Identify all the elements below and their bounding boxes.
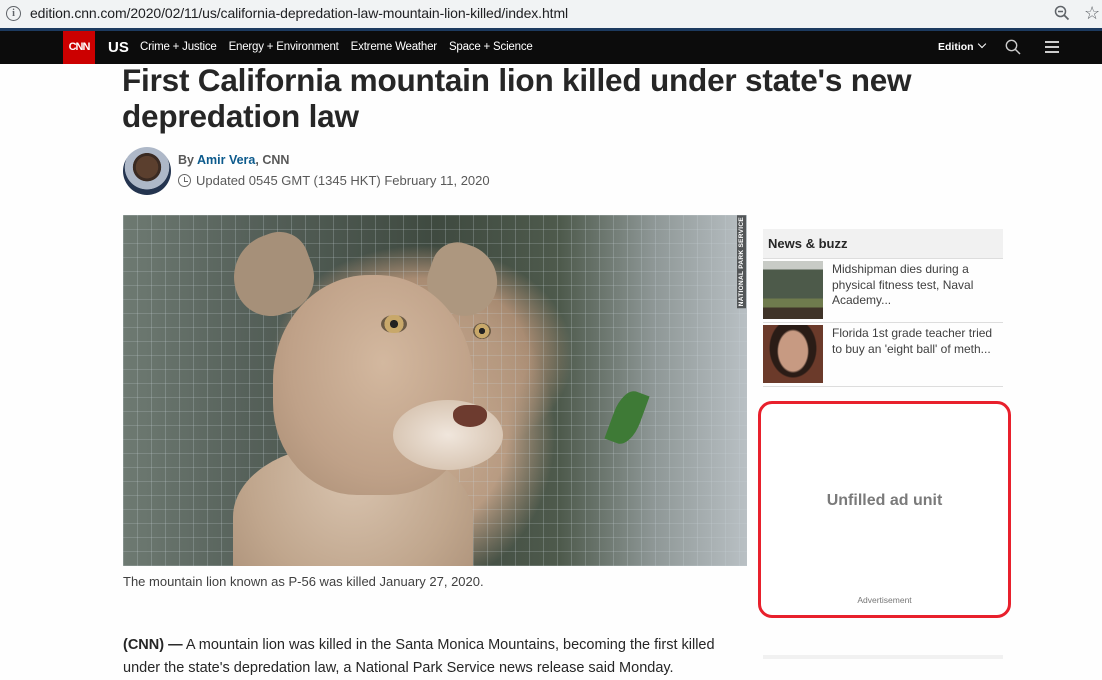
dateline: (CNN) — <box>123 636 183 653</box>
browser-address-bar[interactable]: i edition.cnn.com/2020/02/11/us/californ… <box>0 0 1102 31</box>
site-nav: CNN US Crime + Justice Energy + Environm… <box>0 31 1102 64</box>
zoom-out-icon[interactable] <box>1054 5 1070 21</box>
byline: By Amir Vera, CNN <box>178 153 289 167</box>
lion-eye-left <box>381 315 407 333</box>
list-item-text[interactable]: Florida 1st grade teacher tried to buy a… <box>832 325 1003 383</box>
author-avatar[interactable] <box>123 147 171 195</box>
list-item[interactable]: Midshipman dies during a physical fitnes… <box>763 259 1003 323</box>
byline-prefix: By <box>178 153 194 167</box>
lead-text: A mountain lion was killed in the Santa … <box>123 636 715 676</box>
ad-placeholder-label: Unfilled ad unit <box>826 492 943 509</box>
advertisement-label: Advertisement <box>857 595 912 605</box>
lead-paragraph: (CNN) — A mountain lion was killed in th… <box>123 634 743 680</box>
nav-link-space-science[interactable]: Space + Science <box>449 31 533 64</box>
updated-text: Updated 0545 GMT (1345 HKT) February 11,… <box>196 173 490 188</box>
bookmark-star-icon[interactable]: ☆ <box>1084 3 1100 23</box>
widget-title: News & buzz <box>763 229 1003 259</box>
nav-link-extreme-weather[interactable]: Extreme Weather <box>351 31 437 64</box>
edition-label: Edition <box>938 41 974 53</box>
lion-nose <box>453 405 487 427</box>
nav-links: Crime + Justice Energy + Environment Ext… <box>140 31 545 64</box>
naval-academy-thumbnail[interactable] <box>763 261 823 319</box>
clock-icon <box>178 174 191 187</box>
cnn-logo[interactable]: CNN <box>63 31 95 64</box>
url-text[interactable]: edition.cnn.com/2020/02/11/us/california… <box>30 5 568 21</box>
article-headline: First California mountain lion killed un… <box>122 62 912 134</box>
image-caption: The mountain lion known as P-56 was kill… <box>123 574 484 589</box>
section-title[interactable]: US <box>108 31 129 64</box>
ad-unit[interactable]: Unfilled ad unit Advertisement <box>758 401 1011 618</box>
image-credit: NATIONAL PARK SERVICE <box>737 215 746 309</box>
next-widget-edge <box>763 655 1003 659</box>
chevron-down-icon <box>977 39 986 49</box>
edition-dropdown[interactable]: Edition <box>938 31 986 64</box>
list-item-text[interactable]: Midshipman dies during a physical fitnes… <box>832 261 1003 319</box>
teacher-thumbnail[interactable] <box>763 325 823 383</box>
list-item[interactable]: Florida 1st grade teacher tried to buy a… <box>763 323 1003 387</box>
lion-eye-right <box>473 323 491 339</box>
hamburger-menu-icon[interactable] <box>1045 41 1059 53</box>
search-icon[interactable] <box>1005 39 1021 55</box>
nav-link-crime-justice[interactable]: Crime + Justice <box>140 31 217 64</box>
article-hero-image[interactable]: NATIONAL PARK SERVICE <box>123 215 747 566</box>
info-icon[interactable]: i <box>6 6 21 21</box>
updated-timestamp: Updated 0545 GMT (1345 HKT) February 11,… <box>178 173 490 188</box>
author-link[interactable]: Amir Vera <box>197 153 255 167</box>
nav-link-energy-environment[interactable]: Energy + Environment <box>229 31 339 64</box>
byline-outlet: , CNN <box>255 153 290 167</box>
news-and-buzz-widget: News & buzz Midshipman dies during a phy… <box>763 229 1003 387</box>
